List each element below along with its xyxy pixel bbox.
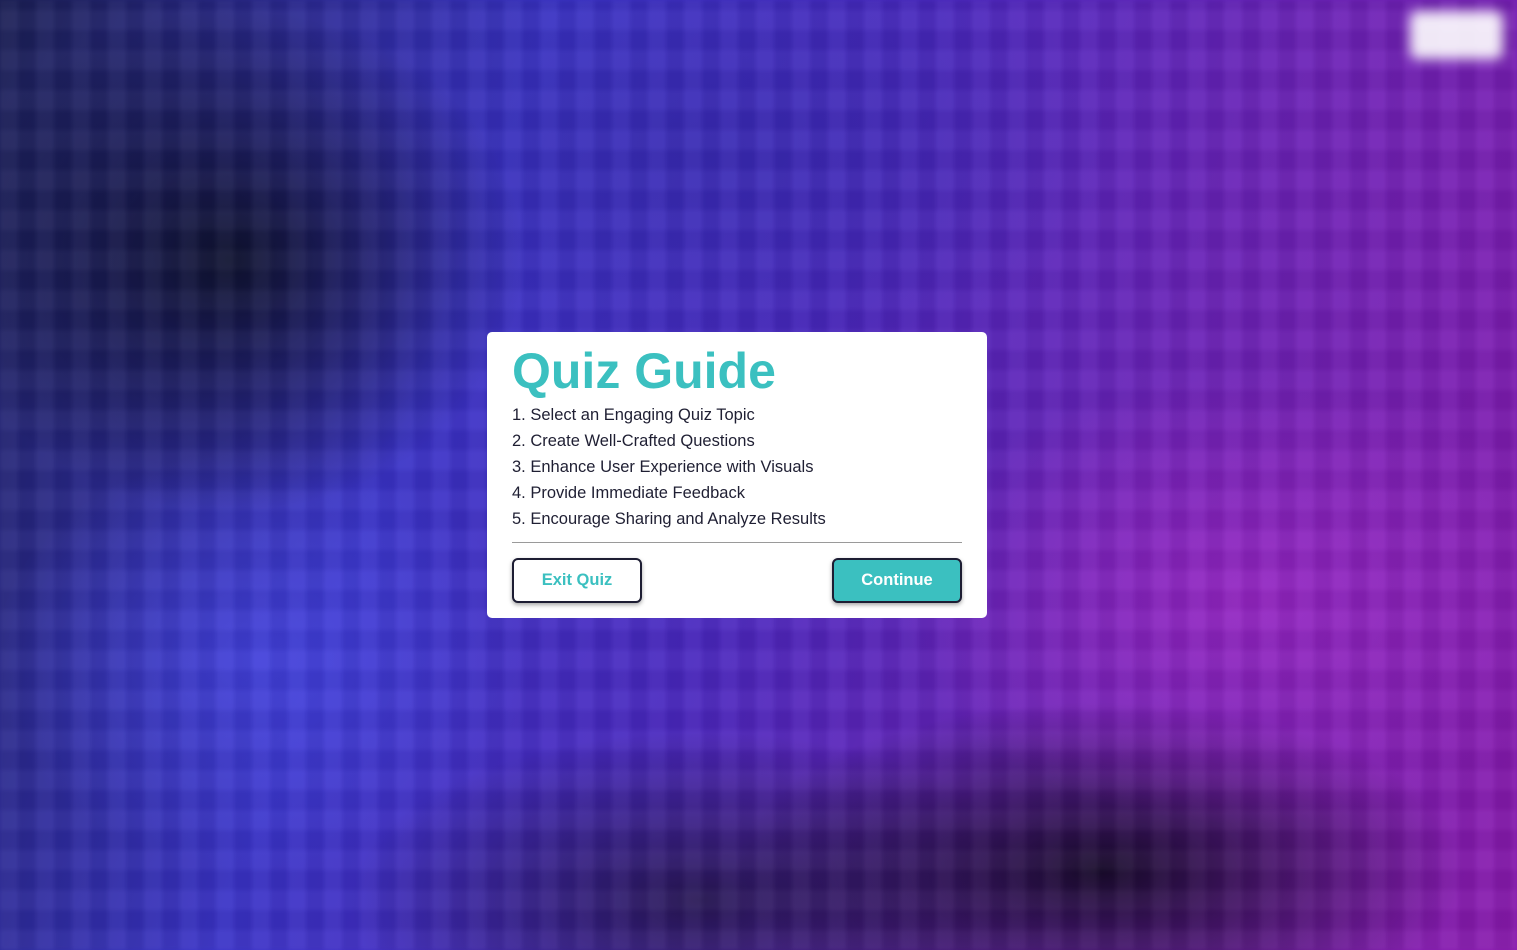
continue-button[interactable]: Continue bbox=[832, 558, 962, 603]
top-navigation-blurred bbox=[1164, 8, 1503, 62]
modal-actions: Exit Quiz Continue bbox=[512, 558, 962, 603]
nav-link-3 bbox=[1315, 25, 1372, 45]
guide-item-1: 1. Select an Engaging Quiz Topic bbox=[512, 406, 755, 424]
nav-start-button bbox=[1409, 11, 1503, 59]
guide-item-3: 3. Enhance User Experience with Visuals bbox=[512, 458, 814, 476]
guide-list: 1. Select an Engaging Quiz Topic 2. Crea… bbox=[512, 402, 962, 532]
nav-link-1 bbox=[1164, 25, 1202, 45]
guide-item-4: 4. Provide Immediate Feedback bbox=[512, 484, 745, 502]
modal-title: Quiz Guide bbox=[512, 343, 776, 399]
guide-item-2: 2. Create Well-Crafted Questions bbox=[512, 432, 755, 450]
exit-quiz-button[interactable]: Exit Quiz bbox=[512, 558, 642, 603]
nav-link-2 bbox=[1239, 25, 1277, 45]
quiz-guide-modal: Quiz Guide 1. Select an Engaging Quiz To… bbox=[487, 332, 987, 618]
guide-item-5: 5. Encourage Sharing and Analyze Results bbox=[512, 510, 826, 528]
divider bbox=[512, 542, 962, 543]
